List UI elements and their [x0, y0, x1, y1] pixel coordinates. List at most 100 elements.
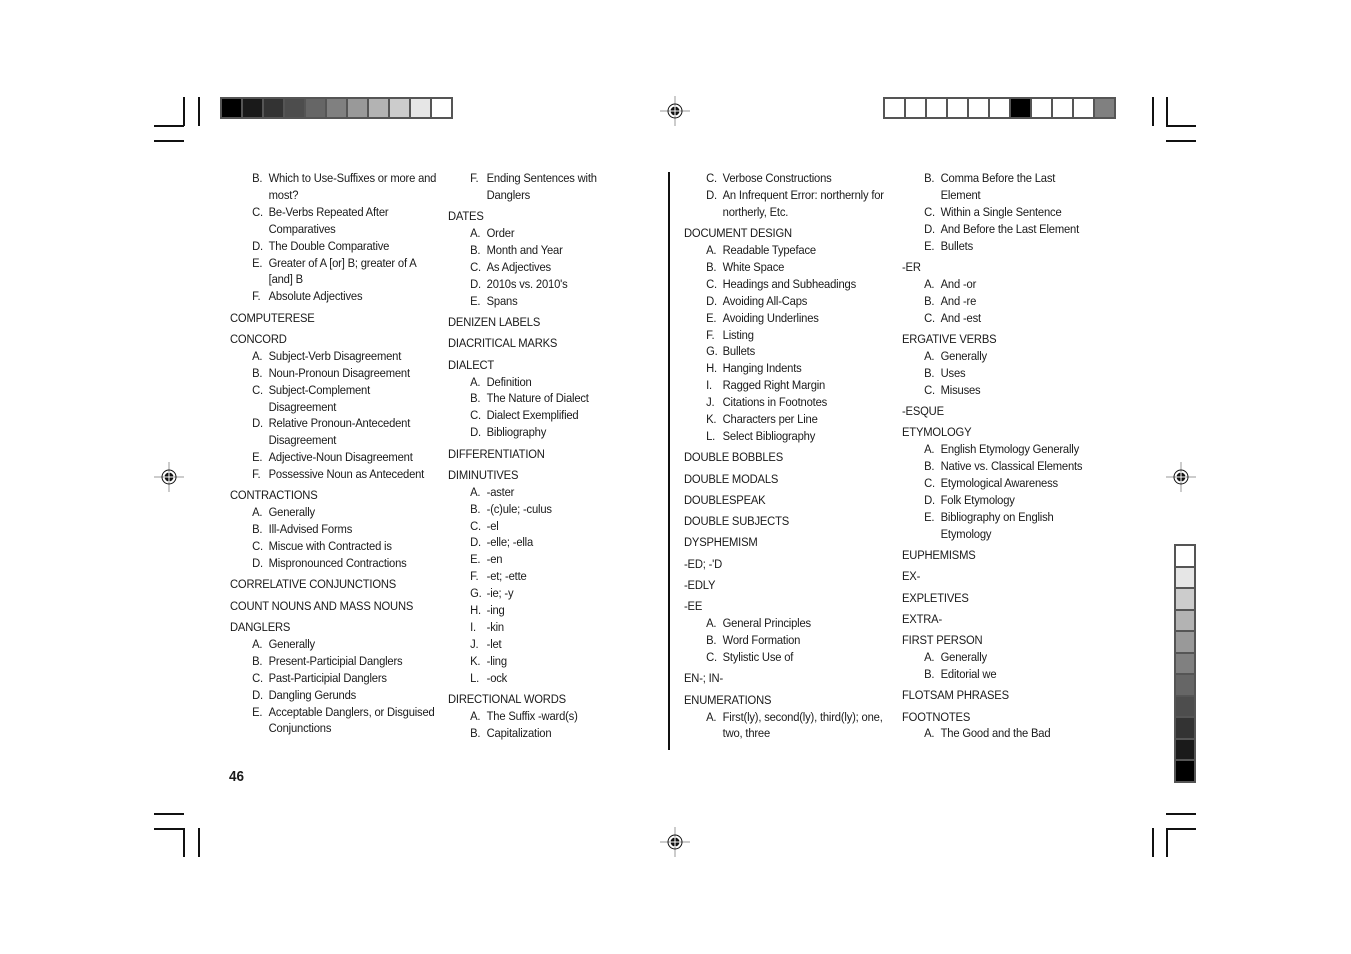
subentry-text: Relative Pronoun-Antecedent Disagreement [268, 416, 411, 448]
subentry-text: Which to Use-Suffixes or more and most? [268, 171, 437, 202]
index-column-2: F. Ending Sentences with Danglers DATES A. O… [448, 170, 623, 746]
crop-mark [1166, 828, 1196, 830]
subentry: E. Bibliography on English Etymology [902, 509, 1095, 543]
index-entry: DOUBLE BOBBLES [684, 449, 896, 466]
subentry-text: Ragged Right Margin [722, 378, 826, 393]
subentry: B. Editorial we [902, 666, 1095, 683]
subentry: D. Relative Pronoun-Antecedent Disagreeme… [230, 415, 440, 449]
subentry-letter: C. [924, 475, 935, 490]
registration-mark-icon [660, 827, 690, 857]
subentry-letter: C. [470, 518, 481, 533]
subentry-letter: E. [924, 238, 935, 253]
subentry-text: Readable Typeface [722, 243, 816, 258]
color-swatch [390, 99, 409, 117]
subentry-letter: A. [706, 616, 717, 631]
subentry-letter: D. [252, 687, 263, 702]
subentry-letter: F. [252, 467, 261, 482]
crop-mark [1166, 97, 1168, 126]
subentry-text: Stylistic Use of [722, 650, 794, 665]
entry-heading: CONCORD [230, 331, 287, 346]
subentry: J. -let [448, 636, 623, 653]
index-entry: B. Comma Before the Last Element C. Within … [902, 170, 1095, 255]
index-entry: DOUBLE SUBJECTS [684, 513, 896, 530]
subentry: B. -(c)ule; -culus [448, 501, 623, 518]
subentry-text: Bibliography [486, 425, 547, 440]
subentry: B. White Space [684, 259, 896, 276]
subentry-letter: F. [470, 569, 479, 584]
index-entry: EXTRA- [902, 611, 1095, 628]
subentry: C. -el [448, 518, 623, 535]
color-swatch [1176, 675, 1194, 695]
subentry-text: Verbose Constructions [722, 171, 832, 185]
subentry: H. -ing [448, 602, 623, 619]
subentry-text: -let [486, 636, 502, 651]
entry-heading: -EDLY [684, 578, 716, 593]
subentry-text: -ock [486, 670, 508, 685]
entry-heading: -ED; -'D [684, 556, 723, 571]
subentry: D. Dangling Gerunds [230, 687, 440, 704]
crop-mark [183, 828, 185, 857]
subentry-text: Avoiding Underlines [722, 310, 819, 325]
color-swatch [264, 99, 283, 117]
subentry: D. And Before the Last Element [902, 221, 1095, 238]
subentry-letter: B. [706, 633, 717, 648]
crop-mark [1166, 813, 1196, 815]
index-column-1: B. Which to Use-Suffixes or more and most… [230, 170, 440, 742]
subentry: A. The Suffix -ward(s) [448, 708, 623, 725]
subentry-text: Subject-Verb Disagreement [268, 348, 402, 363]
subentry-letter: C. [252, 670, 263, 685]
subentry: F. Possessive Noun as Antecedent [230, 466, 440, 483]
subentry-letter: E. [252, 704, 263, 719]
index-entry: EUPHEMISMS [902, 547, 1095, 564]
entry-heading: COMPUTERESE [230, 310, 315, 325]
subentry: G. -ie; -y [448, 585, 623, 602]
subentry-text: Be-Verbs Repeated After Comparatives [268, 204, 389, 236]
index-entry: FIRST PERSON A. Generally B. Editorial we [902, 632, 1095, 683]
index-entry: DIRECTIONAL WORDS A. The Suffix -ward(s) B.… [448, 691, 623, 742]
subentry: A. Subject-Verb Disagreement [230, 348, 440, 365]
subentry: H. Hanging Indents [684, 360, 896, 377]
entry-heading: ERGATIVE VERBS [902, 331, 997, 346]
subentry-letter: B. [924, 171, 935, 185]
subentry-letter: C. [706, 650, 717, 665]
index-entry: ERGATIVE VERBS A. Generally B. Uses C. Misuses [902, 331, 1095, 399]
color-swatch [1074, 99, 1093, 117]
subentry-letter: D. [706, 187, 717, 202]
subentry-text: Spans [486, 293, 518, 308]
subentry-letter: H. [470, 603, 481, 618]
subentry: A. -aster [448, 484, 623, 501]
subentry: D. -elle; -ella [448, 534, 623, 551]
color-swatch [927, 99, 946, 117]
subentry: D. 2010s vs. 2010's [448, 276, 623, 293]
subentry: J. Citations in Footnotes [684, 394, 896, 411]
subentry-text: Generally [940, 650, 988, 665]
entry-heading: DYSPHEMISM [684, 535, 758, 550]
subentry: A. Definition [448, 374, 623, 391]
subentry: C. Miscue with Contracted is [230, 538, 440, 555]
subentry-letter: F. [706, 327, 715, 342]
index-entry: CONTRACTIONS A. Generally B. Ill-Advised For… [230, 487, 440, 572]
subentry-text: Generally [940, 348, 988, 363]
subentry-letter: J. [470, 636, 479, 651]
crop-mark [1166, 125, 1196, 127]
index-entry: DENIZEN LABELS [448, 314, 623, 331]
subentry-letter: K. [470, 653, 481, 668]
subentry-text: Editorial we [940, 666, 997, 681]
color-swatch [243, 99, 262, 117]
entry-heading: EXPLETIVES [902, 590, 969, 605]
color-swatch [948, 99, 967, 117]
subentry-text: Within a Single Sentence [940, 204, 1062, 219]
crop-mark [154, 813, 184, 815]
entry-heading: -ER [902, 259, 921, 274]
subentry: C. Subject-Complement Disagreement [230, 382, 440, 416]
subentry-text: Possessive Noun as Antecedent [268, 467, 425, 482]
index-entry: DOCUMENT DESIGN A. Readable Typeface B. Whit… [684, 225, 896, 445]
entry-heading: DIACRITICAL MARKS [448, 336, 558, 351]
subentry-text: Characters per Line [722, 412, 818, 427]
subentry: F. Listing [684, 327, 896, 344]
index-entry: COUNT NOUNS AND MASS NOUNS [230, 598, 440, 615]
subentry: F. -et; -ette [448, 568, 623, 585]
subentry: B. Ill-Advised Forms [230, 521, 440, 538]
index-entry: -ESQUE [902, 403, 1095, 420]
entry-heading: ETYMOLOGY [902, 425, 972, 440]
